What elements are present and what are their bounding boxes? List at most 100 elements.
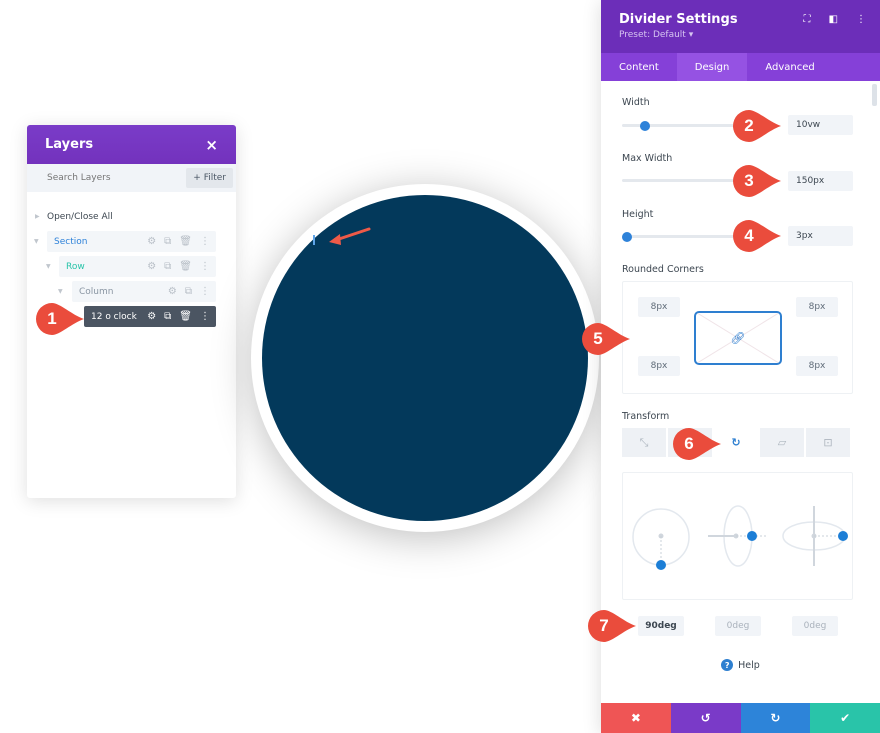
gear-icon[interactable]: ⚙ (147, 236, 156, 247)
corner-bottom-right-input[interactable]: 8px (796, 356, 838, 376)
height-slider[interactable] (622, 231, 734, 242)
max-width-input[interactable]: 150px (788, 171, 853, 191)
trash-icon[interactable]: 🗑︎ (179, 236, 192, 247)
layer-label: Column (79, 286, 114, 297)
callout-4: 4 (733, 220, 781, 252)
callout-3: 3 (733, 165, 781, 197)
close-icon[interactable]: × (205, 136, 218, 154)
callout-2: 2 (733, 110, 781, 142)
rotate-y-diagram (782, 506, 848, 566)
layer-node-row[interactable]: Row ⚙ ⧉ 🗑︎ ⋮ (59, 256, 216, 277)
callout-7: 7 (588, 610, 636, 642)
undo-button[interactable]: ↺ (670, 703, 741, 733)
filter-button[interactable]: + Filter (186, 168, 233, 188)
gear-icon[interactable]: ⚙ (147, 311, 156, 322)
link-corners-toggle[interactable]: 🔗︎ (694, 311, 782, 365)
transform-rotate-button[interactable]: ↻ (714, 428, 758, 457)
rotate-z-input[interactable]: 90deg (638, 616, 684, 636)
layer-node-column[interactable]: Column ⚙ ⧉ ⋮ (72, 281, 216, 302)
width-input[interactable]: 10vw (788, 115, 853, 135)
layers-header: Layers × (27, 125, 236, 164)
more-icon[interactable]: ⋮ (200, 311, 210, 322)
rounded-corners-label: Rounded Corners (622, 264, 704, 275)
rotate-x-handle (747, 531, 757, 541)
rotate-axis-diagrams (632, 505, 848, 570)
open-close-all-label: Open/Close All (47, 211, 113, 222)
settings-body: Width 10vw Max Width 150px Height 3px Ro… (601, 0, 880, 703)
width-slider[interactable] (622, 120, 734, 131)
transform-label: Transform (622, 411, 670, 422)
height-slider-knob[interactable] (622, 231, 632, 242)
corner-bottom-left-input[interactable]: 8px (638, 356, 680, 376)
caret-down-icon[interactable]: ▼ (46, 263, 51, 270)
open-close-all-row[interactable]: ▶ Open/Close All (27, 206, 236, 227)
clock-face (262, 195, 588, 521)
help-icon: ? (721, 659, 734, 671)
caret-down-icon[interactable]: ▼ (34, 238, 39, 245)
search-layers-input[interactable] (47, 173, 167, 183)
layer-column[interactable]: ▼ Column ⚙ ⧉ ⋮ (27, 281, 236, 302)
layer-node-12-o-clock[interactable]: 12 o clock ⚙ ⧉ 🗑︎ ⋮ (84, 306, 216, 327)
corner-top-right-input[interactable]: 8px (796, 297, 838, 317)
link-icon: 🔗︎ (730, 331, 746, 345)
settings-footer: ✖ ↺ ↻ ✔ (601, 703, 880, 733)
height-input[interactable]: 3px (788, 226, 853, 246)
layers-search-bar: + Filter (27, 164, 236, 192)
rotate-icon: ↻ (731, 436, 741, 449)
layer-label: Row (66, 261, 85, 272)
transform-origin-button[interactable]: ⊡ (806, 428, 850, 457)
caret-down-icon[interactable]: ▼ (58, 288, 63, 295)
callout-1: 1 (36, 303, 84, 335)
transform-tools: ⤡ ↻ ▱ ⊡ (622, 428, 850, 457)
width-label: Width (622, 97, 650, 108)
duplicate-icon[interactable]: ⧉ (185, 286, 192, 297)
help-label: Help (738, 659, 760, 671)
duplicate-icon[interactable]: ⧉ (164, 311, 171, 322)
save-button[interactable]: ✔ (810, 703, 880, 733)
transform-skew-button[interactable]: ▱ (760, 428, 804, 457)
more-icon[interactable]: ⋮ (200, 261, 210, 272)
rotate-x-diagram (708, 505, 767, 567)
more-icon[interactable]: ⋮ (200, 286, 210, 297)
divider-element[interactable] (313, 235, 315, 245)
skew-icon: ▱ (777, 436, 787, 449)
scrollbar[interactable] (872, 84, 877, 106)
gear-icon[interactable]: ⚙ (147, 261, 156, 272)
duplicate-icon[interactable]: ⧉ (164, 236, 171, 247)
origin-icon: ⊡ (823, 436, 833, 449)
layer-node-section[interactable]: Section ⚙ ⧉ 🗑︎ ⋮ (47, 231, 216, 252)
more-icon[interactable]: ⋮ (200, 236, 210, 247)
rotate-z-diagram (632, 508, 690, 570)
corner-top-left-input[interactable]: 8px (638, 297, 680, 317)
callout-5: 5 (582, 323, 630, 355)
caret-right-icon[interactable]: ▶ (35, 213, 40, 220)
redo-button[interactable]: ↻ (740, 703, 811, 733)
rotate-y-input[interactable]: 0deg (792, 616, 838, 636)
rotate-x-input[interactable]: 0deg (715, 616, 761, 636)
layer-label: 12 o clock (91, 311, 137, 322)
rotate-z-handle (656, 560, 666, 570)
close-icon: ✖ (630, 711, 641, 725)
gear-icon[interactable]: ⚙ (168, 286, 177, 297)
max-width-label: Max Width (622, 153, 673, 164)
rotate-y-handle (838, 531, 848, 541)
trash-icon[interactable]: 🗑︎ (179, 261, 192, 272)
trash-icon[interactable]: 🗑︎ (179, 311, 192, 322)
checkmark-icon: ✔ (840, 711, 851, 725)
callout-6: 6 (673, 428, 721, 460)
width-slider-knob[interactable] (640, 120, 651, 131)
cancel-button[interactable]: ✖ (601, 703, 671, 733)
layer-row[interactable]: ▼ Row ⚙ ⧉ 🗑︎ ⋮ (27, 256, 236, 277)
layers-title: Layers (45, 137, 94, 152)
scale-icon: ⤡ (639, 435, 649, 449)
annotation-arrow-icon (329, 227, 371, 245)
transform-scale-button[interactable]: ⤡ (622, 428, 666, 457)
layer-label: Section (54, 236, 88, 247)
height-label: Height (622, 209, 654, 220)
duplicate-icon[interactable]: ⧉ (164, 261, 171, 272)
max-width-slider[interactable] (622, 179, 734, 182)
layer-section[interactable]: ▼ Section ⚙ ⧉ 🗑︎ ⋮ (27, 231, 236, 252)
redo-icon: ↻ (770, 711, 781, 725)
undo-icon: ↺ (700, 711, 711, 725)
help-link[interactable]: ? Help (601, 659, 880, 671)
